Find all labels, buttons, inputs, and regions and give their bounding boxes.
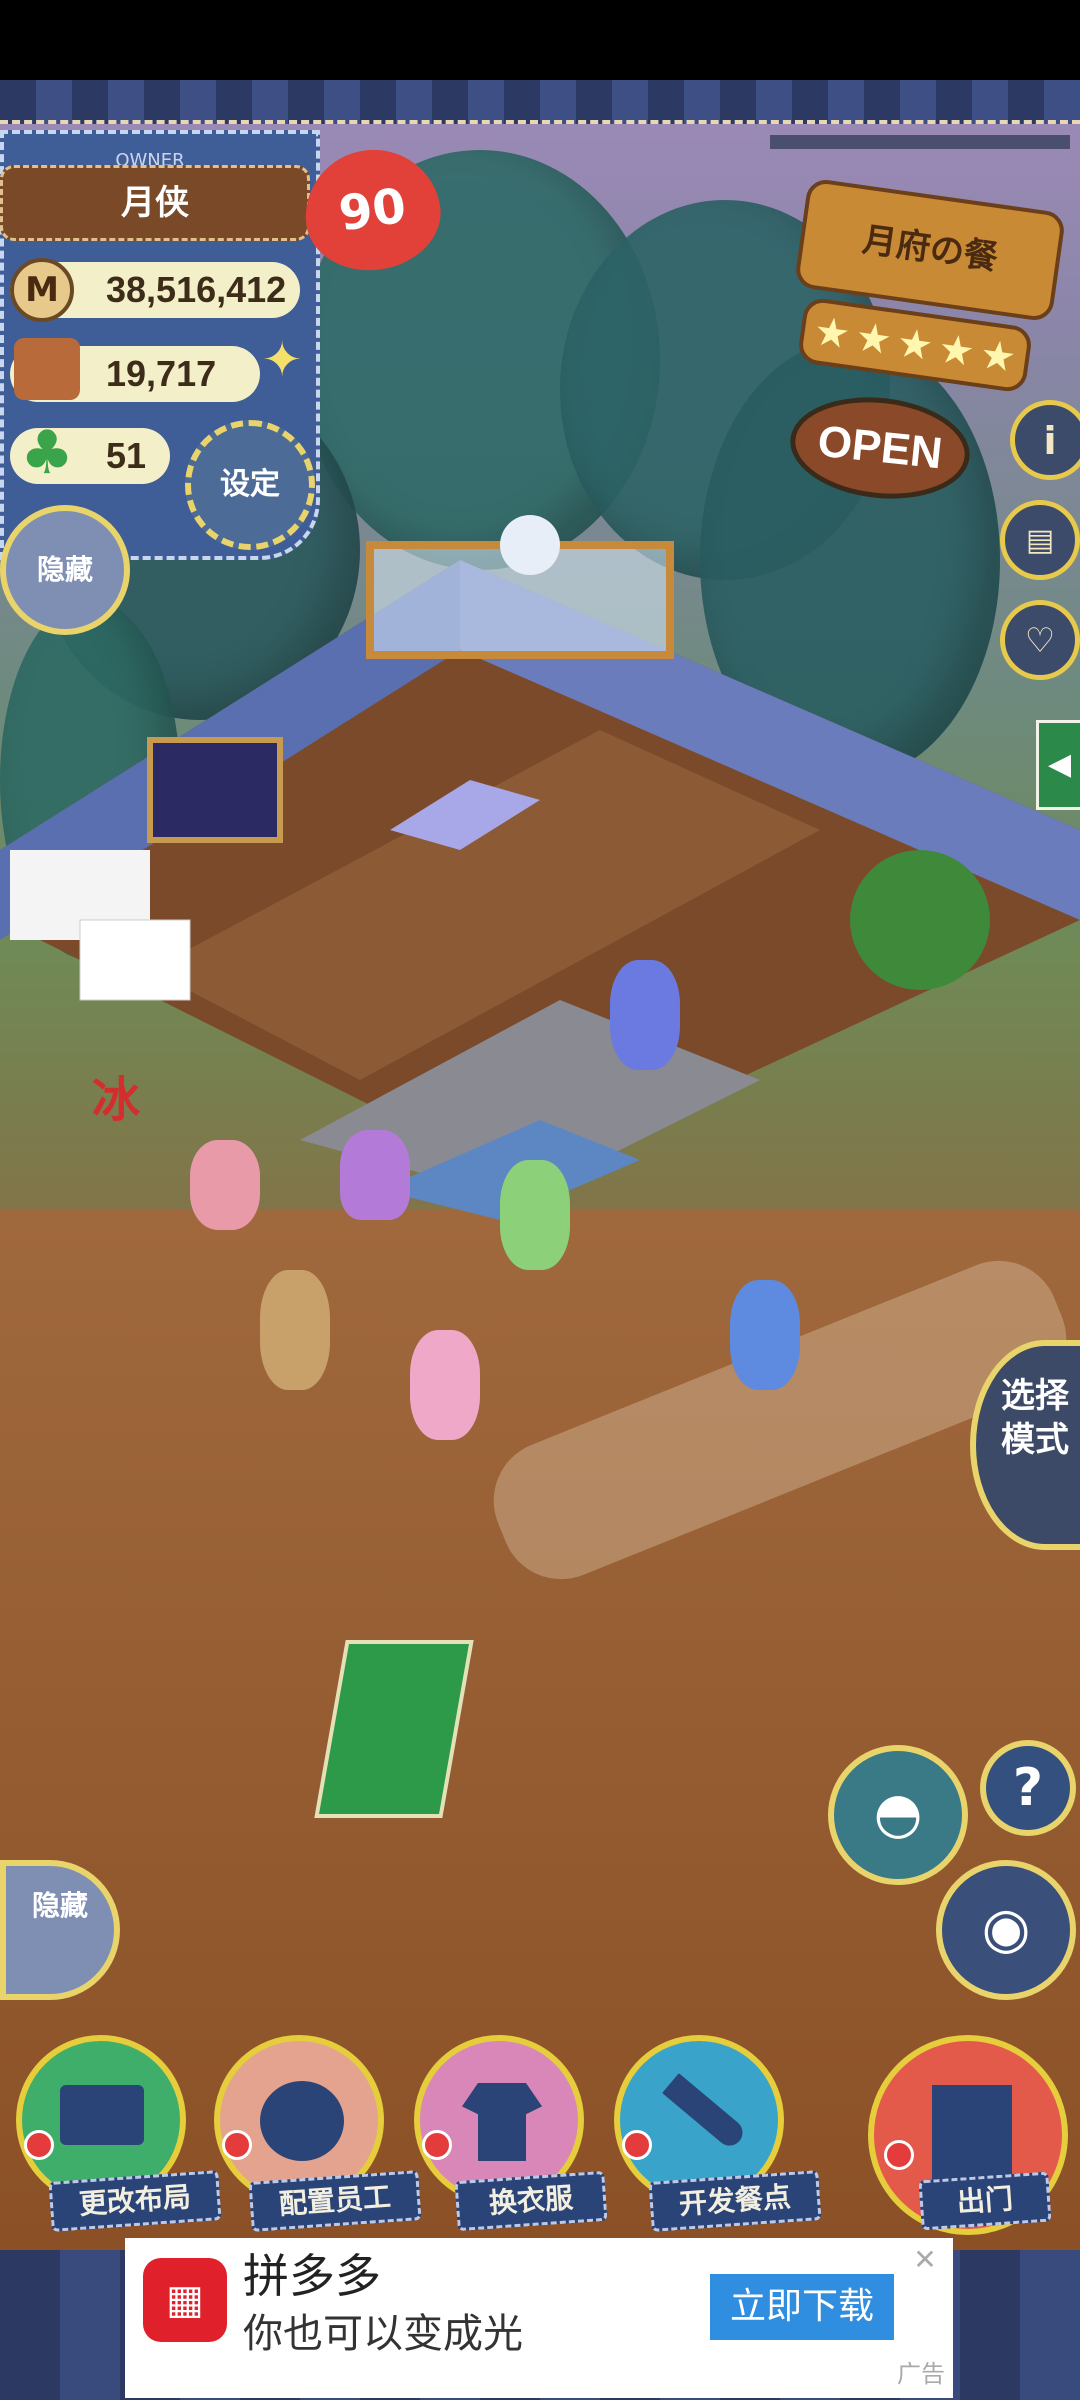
pin-icon	[622, 2130, 652, 2160]
star-icon: ★	[935, 325, 978, 377]
staff-rabbit-blue[interactable]	[730, 1280, 800, 1390]
bear-icon	[260, 2081, 344, 2161]
clover-icon: ♣	[20, 418, 74, 488]
camera-icon[interactable]: ◉	[936, 1860, 1076, 2000]
staff-bear-blue[interactable]	[610, 960, 680, 1070]
wall-painting	[147, 737, 283, 843]
book-icon[interactable]: ▤	[1000, 500, 1080, 580]
help-button[interactable]: ?	[980, 1740, 1076, 1836]
top-border	[0, 80, 1080, 124]
staff-rainbow[interactable]	[500, 1160, 570, 1270]
staff-cat-brown[interactable]	[260, 1270, 330, 1390]
ad-tag: 广告	[897, 2360, 945, 2388]
ad-banner[interactable]: ▦ 拼多多 你也可以变成光 立即下载 ✕ 广告	[125, 2238, 953, 2398]
shirt-icon	[462, 2083, 542, 2161]
knife-icon	[662, 2073, 748, 2151]
ad-subtitle: 你也可以变成光	[243, 2311, 523, 2357]
fridge[interactable]	[79, 919, 191, 1001]
pinduoduo-logo-icon: ▦	[143, 2258, 227, 2342]
door-icon	[932, 2085, 1012, 2185]
ad-title: 拼多多	[243, 2249, 381, 2303]
ice-sign-text: 冰	[91, 1072, 140, 1128]
owner-name: 月侠	[0, 165, 310, 241]
ad-download-button[interactable]: 立即下载	[710, 2274, 894, 2340]
coin-icon: M	[10, 258, 74, 322]
nav-label: 换衣服	[454, 2170, 608, 2232]
status-bar	[0, 0, 1080, 80]
sign-rod	[770, 135, 1070, 149]
hide-panel-button[interactable]: 隐藏	[0, 505, 130, 635]
ingredient-basket-icon	[14, 338, 80, 400]
ad-close-icon[interactable]: ✕	[907, 2242, 943, 2278]
settings-button[interactable]: 设定	[185, 420, 315, 550]
expand-arrow-icon[interactable]: ◀	[1036, 720, 1080, 810]
staff-bear-pink[interactable]	[190, 1140, 260, 1230]
hat-icon[interactable]: ◓	[828, 1745, 968, 1885]
star-icon: ★	[894, 319, 936, 371]
info-button[interactable]: i	[1010, 400, 1080, 480]
pin-icon	[422, 2130, 452, 2160]
staff-cat-purple[interactable]	[340, 1130, 410, 1220]
table-icon	[60, 2085, 144, 2145]
sparkle-icon: ✦	[262, 332, 303, 388]
star-icon: ★	[852, 313, 895, 365]
crystal-ball	[500, 515, 560, 575]
pin-icon	[884, 2140, 914, 2170]
pin-icon	[222, 2130, 252, 2160]
potted-tree	[850, 850, 990, 990]
restaurant-room[interactable]	[0, 500, 1080, 1220]
star-icon: ★	[811, 308, 854, 359]
pin-icon	[24, 2130, 54, 2160]
heart-icon[interactable]: ♡	[1000, 600, 1080, 680]
nav-label: 出门	[918, 2171, 1052, 2231]
staff-cat-pink[interactable]	[410, 1330, 480, 1440]
star-icon: ★	[976, 331, 1019, 382]
